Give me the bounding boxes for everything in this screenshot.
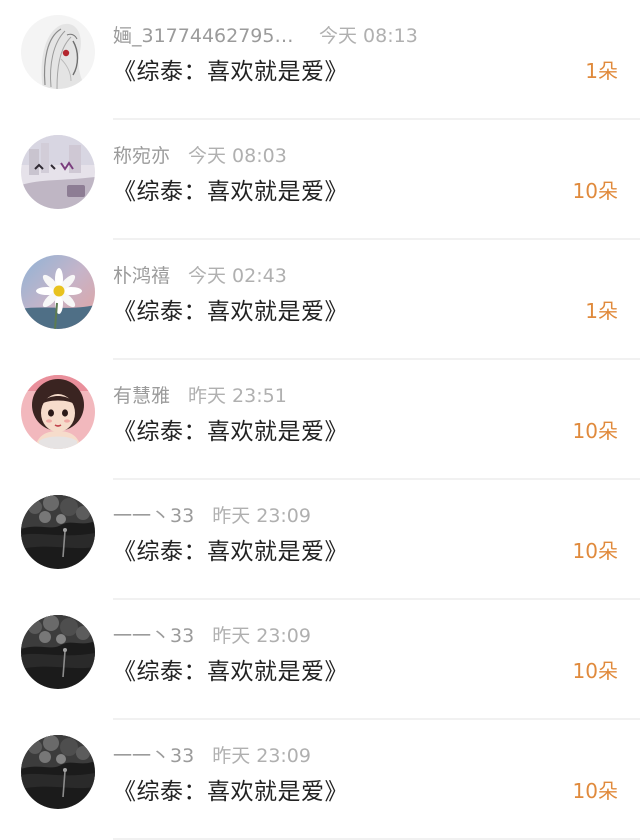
avatar[interactable] <box>21 135 95 209</box>
timestamp: 今天 02:43 <box>188 264 287 287</box>
list-item[interactable]: 有慧雅 昨天 23:51 《综泰：喜欢就是爱》 10朵 <box>0 360 640 480</box>
username[interactable]: 有慧雅 <box>113 381 170 408</box>
username[interactable]: 称宛亦 <box>113 141 170 168</box>
timestamp: 今天 08:03 <box>188 144 287 167</box>
book-title[interactable]: 《综泰：喜欢就是爱》 <box>113 292 348 326</box>
book-title[interactable]: 《综泰：喜欢就是爱》 <box>113 532 348 566</box>
gift-count: 10朵 <box>572 659 618 683</box>
avatar[interactable] <box>21 615 95 689</box>
list-item[interactable]: 称宛亦 今天 08:03 《综泰：喜欢就是爱》 10朵 <box>0 120 640 240</box>
pastel-scene-avatar-icon <box>21 135 95 209</box>
monochrome-tree-avatar-icon <box>21 615 95 689</box>
list-item[interactable]: 婳_317744627957… 今天 08:13 《综泰：喜欢就是爱》 1朵 <box>0 0 640 120</box>
avatar[interactable] <box>21 255 95 329</box>
book-title[interactable]: 《综泰：喜欢就是爱》 <box>113 772 348 806</box>
timestamp: 昨天 23:09 <box>212 744 311 767</box>
gift-count: 1朵 <box>585 299 618 323</box>
avatar[interactable] <box>21 735 95 809</box>
gift-count: 10朵 <box>572 179 618 203</box>
timestamp: 昨天 23:09 <box>212 504 311 527</box>
cartoon-girl-avatar-icon <box>21 375 95 449</box>
gift-count: 10朵 <box>572 419 618 443</box>
gift-count: 10朵 <box>572 779 618 803</box>
item-meta: 婳_317744627957… 今天 08:13 <box>113 20 418 48</box>
item-meta: 一一丶33 昨天 23:09 <box>113 500 311 528</box>
item-meta: 一一丶33 昨天 23:09 <box>113 740 311 768</box>
avatar[interactable] <box>21 15 95 89</box>
item-meta: 朴鸿禧 今天 02:43 <box>113 260 287 288</box>
sketch-girl-avatar-icon <box>21 15 95 89</box>
item-meta: 有慧雅 昨天 23:51 <box>113 380 287 408</box>
book-title[interactable]: 《综泰：喜欢就是爱》 <box>113 172 348 206</box>
list-item[interactable]: 朴鸿禧 今天 02:43 《综泰：喜欢就是爱》 1朵 <box>0 240 640 360</box>
username[interactable]: 婳_317744627957… <box>113 21 301 48</box>
gift-count: 1朵 <box>585 59 618 83</box>
username[interactable]: 一一丶33 <box>113 741 194 768</box>
daisy-flower-avatar-icon <box>21 255 95 329</box>
username[interactable]: 一一丶33 <box>113 501 194 528</box>
gift-count: 10朵 <box>572 539 618 563</box>
timestamp: 今天 08:13 <box>319 24 418 47</box>
username[interactable]: 一一丶33 <box>113 621 194 648</box>
monochrome-tree-avatar-icon <box>21 735 95 809</box>
list-item[interactable]: 一一丶33 昨天 23:09 《综泰：喜欢就是爱》 10朵 <box>0 480 640 600</box>
timestamp: 昨天 23:51 <box>188 384 287 407</box>
list-item[interactable]: 一一丶33 昨天 23:09 《综泰：喜欢就是爱》 10朵 <box>0 720 640 840</box>
avatar[interactable] <box>21 495 95 569</box>
book-title[interactable]: 《综泰：喜欢就是爱》 <box>113 52 348 86</box>
username[interactable]: 朴鸿禧 <box>113 261 170 288</box>
book-title[interactable]: 《综泰：喜欢就是爱》 <box>113 652 348 686</box>
monochrome-tree-avatar-icon <box>21 495 95 569</box>
book-title[interactable]: 《综泰：喜欢就是爱》 <box>113 412 348 446</box>
item-meta: 一一丶33 昨天 23:09 <box>113 620 311 648</box>
avatar[interactable] <box>21 375 95 449</box>
list-item[interactable]: 一一丶33 昨天 23:09 《综泰：喜欢就是爱》 10朵 <box>0 600 640 720</box>
timestamp: 昨天 23:09 <box>212 624 311 647</box>
item-meta: 称宛亦 今天 08:03 <box>113 140 287 168</box>
